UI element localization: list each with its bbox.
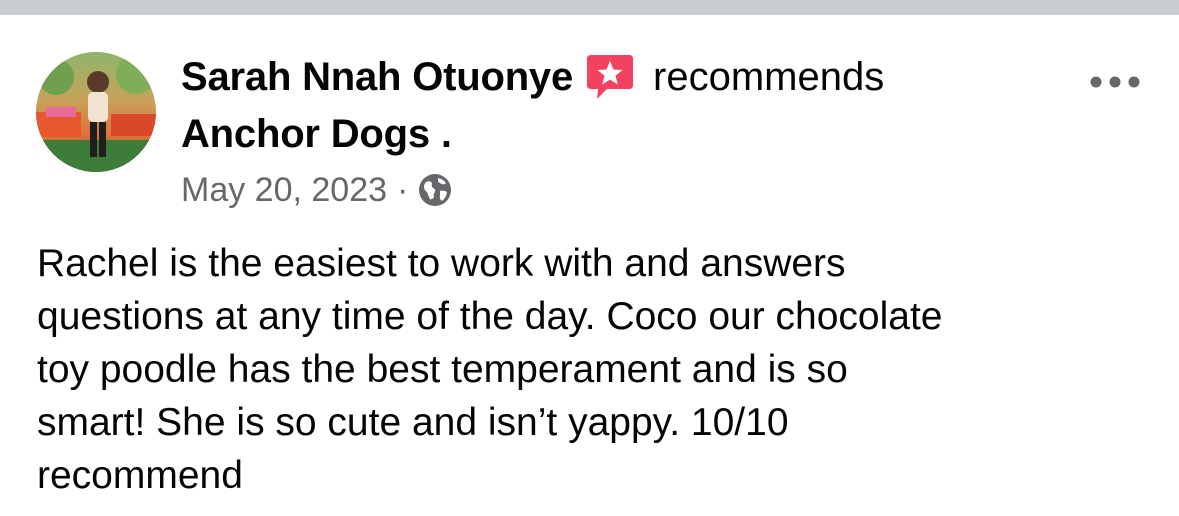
post-header-line1: Sarah Nnah Otuonye recommends xyxy=(181,53,884,101)
top-divider xyxy=(0,0,1179,15)
page-name-link[interactable]: Anchor Dogs . xyxy=(181,112,452,157)
avatar[interactable] xyxy=(36,52,156,172)
recommend-badge-icon xyxy=(585,53,635,101)
post-body-text: Rachel is the easiest to work with and a… xyxy=(37,242,943,497)
meta-separator: · xyxy=(397,170,409,209)
globe-icon[interactable] xyxy=(418,173,452,207)
author-name[interactable]: Sarah Nnah Otuonye xyxy=(181,55,573,100)
more-options-button[interactable] xyxy=(1085,67,1145,97)
action-text: recommends xyxy=(653,54,885,99)
post-date[interactable]: May 20, 2023 xyxy=(181,171,387,210)
more-options-icon xyxy=(1090,76,1140,88)
post-header-line2: Anchor Dogs . xyxy=(181,110,452,158)
avatar-photo xyxy=(36,52,156,172)
post-meta: May 20, 2023 · xyxy=(181,170,452,210)
recommendation-post: Sarah Nnah Otuonye recommends Anchor Dog… xyxy=(0,15,1179,516)
